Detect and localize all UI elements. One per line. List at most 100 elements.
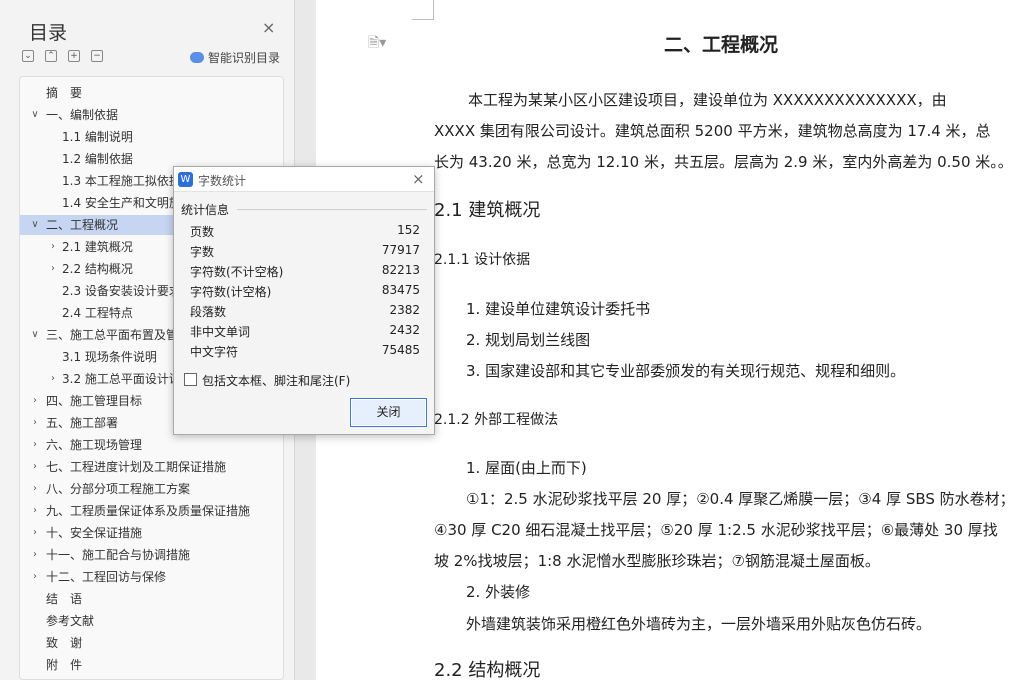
toc-item-label: 结 语 — [46, 592, 83, 606]
stat-label: 段落数 — [190, 305, 227, 319]
chevron-right-icon[interactable]: › — [30, 545, 40, 565]
toc-item[interactable]: 结 语 — [20, 589, 283, 609]
doc-heading: 二、工程概况 — [664, 34, 779, 56]
wps-logo-icon: W — [178, 172, 193, 187]
document-menu-icon[interactable]: 🗎▾ — [368, 32, 386, 56]
expand-all-icon[interactable]: ⌃ — [45, 50, 57, 62]
stat-row: 段落数 2382 — [190, 303, 420, 323]
toc-item[interactable]: › 七、工程进度计划及工期保证措施 — [20, 457, 283, 477]
chevron-right-icon[interactable]: › — [48, 237, 58, 257]
toc-item[interactable]: 附 件 — [20, 655, 283, 675]
stat-label: 字符数(计空格) — [190, 285, 272, 299]
chevron-right-icon[interactable]: › — [30, 413, 40, 433]
doc-heading: 2.1.1 设计依据 — [434, 252, 531, 268]
chevron-right-icon[interactable]: › — [30, 479, 40, 499]
chevron-down-icon[interactable]: ∨ — [30, 325, 40, 345]
toc-item[interactable]: › 十一、施工配合与协调措施 — [20, 545, 283, 565]
toc-item-label: 2.2 结构概况 — [62, 262, 133, 276]
doc-paragraph: ④30 厚 C20 细石混凝土找平层；⑤20 厚 1:2.5 水泥砂浆找平层；⑥… — [434, 521, 998, 539]
toc-item-label: 摘 要 — [46, 86, 83, 100]
include-textbox-checkbox[interactable] — [184, 373, 197, 386]
stat-label: 非中文单词 — [190, 325, 251, 339]
stat-value: 83475 — [381, 283, 420, 297]
toc-item[interactable]: 1.1 编制说明 — [20, 127, 283, 147]
toc-item-label: 附 件 — [46, 658, 83, 672]
doc-heading: 2.2 结构概况 — [434, 660, 541, 680]
stat-row: 非中文单词 2432 — [190, 323, 420, 343]
smart-recognize-toc-button[interactable]: 智能识别目录 — [190, 49, 280, 66]
toc-item[interactable]: ∨ 一、编制依据 — [20, 105, 283, 125]
toc-item[interactable]: › 八、分部分项工程施工方案 — [20, 479, 283, 499]
add-level-icon[interactable]: + — [68, 50, 80, 62]
stat-row: 字符数(不计空格) 82213 — [190, 263, 420, 283]
stat-value: 82213 — [381, 263, 420, 277]
include-textbox-label[interactable]: 包括文本框、脚注和尾注(F) — [202, 372, 350, 389]
dialog-close-icon[interactable]: × — [412, 170, 425, 188]
remove-level-icon[interactable]: − — [91, 50, 103, 62]
toc-item-label: 一、编制依据 — [46, 108, 119, 122]
chevron-down-icon[interactable]: ∨ — [30, 215, 40, 235]
doc-paragraph: 坡 2%找坡层；1:8 水泥憎水型膨胀珍珠岩；⑦钢筋混凝土屋面板。 — [434, 552, 880, 570]
stat-value: 2432 — [389, 323, 420, 337]
toc-item[interactable]: › 十、安全保证措施 — [20, 523, 283, 543]
toc-item-label: 二、工程概况 — [46, 218, 119, 232]
doc-paragraph: ①1：2.5 水泥砂浆找平层 20 厚；②0.4 厚聚乙烯膜一层；③4 厚 SB… — [466, 490, 1015, 508]
chevron-right-icon[interactable]: › — [30, 567, 40, 587]
toc-item-label: 四、施工管理目标 — [46, 394, 143, 408]
dialog-title: 字数统计 — [198, 174, 247, 188]
toc-item-label: 六、施工现场管理 — [46, 438, 143, 452]
chevron-right-icon[interactable]: › — [30, 501, 40, 521]
stat-label: 字符数(不计空格) — [190, 265, 284, 279]
word-count-dialog: W 字数统计 × 统计信息 页数 152 字数 77917 字符数(不计空格) 82213… — [173, 166, 435, 435]
toc-item-label: 三、施工总平面布置及管 — [46, 328, 179, 342]
chevron-down-icon[interactable]: ∨ — [30, 105, 40, 125]
toc-item-label: 参考文献 — [46, 614, 95, 628]
chevron-right-icon[interactable]: › — [48, 259, 58, 279]
toc-item[interactable]: 摘 要 — [20, 83, 283, 103]
toc-item[interactable]: › 六、施工现场管理 — [20, 435, 283, 455]
stat-label: 页数 — [190, 225, 215, 239]
smart-recognize-label: 智能识别目录 — [208, 51, 281, 65]
toc-item-label: 1.3 本工程施工拟依据 — [62, 174, 181, 188]
toc-item-label: 1.2 编制依据 — [62, 152, 133, 166]
chevron-right-icon[interactable]: › — [30, 391, 40, 411]
toc-item-label: 十二、工程回访与保修 — [46, 570, 167, 584]
toc-item[interactable]: › 十二、工程回访与保修 — [20, 567, 283, 587]
chevron-right-icon[interactable]: › — [30, 435, 40, 455]
dialog-titlebar: W 字数统计 × — [174, 167, 434, 192]
stat-value: 2382 — [389, 303, 420, 317]
stat-row: 中文字符 75485 — [190, 343, 420, 363]
toc-item-label: 七、工程进度计划及工期保证措施 — [46, 460, 227, 474]
toc-item-label: 2.1 建筑概况 — [62, 240, 133, 254]
close-button[interactable]: 关闭 — [350, 398, 427, 427]
app-window: 目录 × ⌄ ⌃ + − 智能识别目录 摘 要 ∨ 一、编制依据 1.1 编制说明 1.2 编… — [0, 0, 1031, 680]
toc-item-label: 1.1 编制说明 — [62, 130, 133, 144]
toc-close-icon[interactable]: × — [262, 18, 275, 37]
toc-item-label: 十、安全保证措施 — [46, 526, 143, 540]
doc-paragraph: 1. 建设单位建筑设计委托书 — [466, 300, 651, 318]
toc-toolbar: ⌄ ⌃ + − — [22, 50, 114, 64]
doc-paragraph: 3. 国家建设部和其它专业部委颁发的有关现行规范、规程和细则。 — [466, 362, 906, 380]
toc-item-label: 十一、施工配合与协调措施 — [46, 548, 191, 562]
stat-value: 75485 — [381, 343, 420, 357]
toc-item[interactable]: 致 谢 — [20, 633, 283, 653]
toc-item-label: 八、分部分项工程施工方案 — [46, 482, 191, 496]
stat-label: 中文字符 — [190, 345, 239, 359]
doc-paragraph: 外墙建筑装饰采用橙红色外墙砖为主，一层外墙采用外贴灰色仿石砖。 — [466, 615, 932, 633]
doc-heading: 2.1 建筑概况 — [434, 200, 541, 221]
collapse-all-icon[interactable]: ⌄ — [22, 50, 34, 62]
stats-section-label: 统计信息 — [181, 203, 230, 217]
chevron-right-icon[interactable]: › — [30, 523, 40, 543]
toc-item-label: 五、施工部署 — [46, 416, 119, 430]
stat-row: 字数 77917 — [190, 243, 420, 263]
doc-paragraph: 长为 43.20 米，总宽为 12.10 米，共五层。层高为 2.9 米，室内外… — [434, 153, 1013, 171]
chevron-right-icon[interactable]: › — [48, 369, 58, 389]
doc-paragraph: 1. 屋面(由上而下) — [466, 459, 587, 477]
chevron-right-icon[interactable]: › — [30, 457, 40, 477]
toc-item-label: 致 谢 — [46, 636, 83, 650]
doc-paragraph: XXXX 集团有限公司设计。建筑总面积 5200 平方米，建筑物总高度为 17.… — [434, 122, 991, 140]
toc-item[interactable]: 参考文献 — [20, 611, 283, 631]
page-corner-mark — [412, 0, 434, 20]
toc-item[interactable]: › 九、工程质量保证体系及质量保证措施 — [20, 501, 283, 521]
toc-item-label: 3.2 施工总平面设计说 — [62, 372, 181, 386]
